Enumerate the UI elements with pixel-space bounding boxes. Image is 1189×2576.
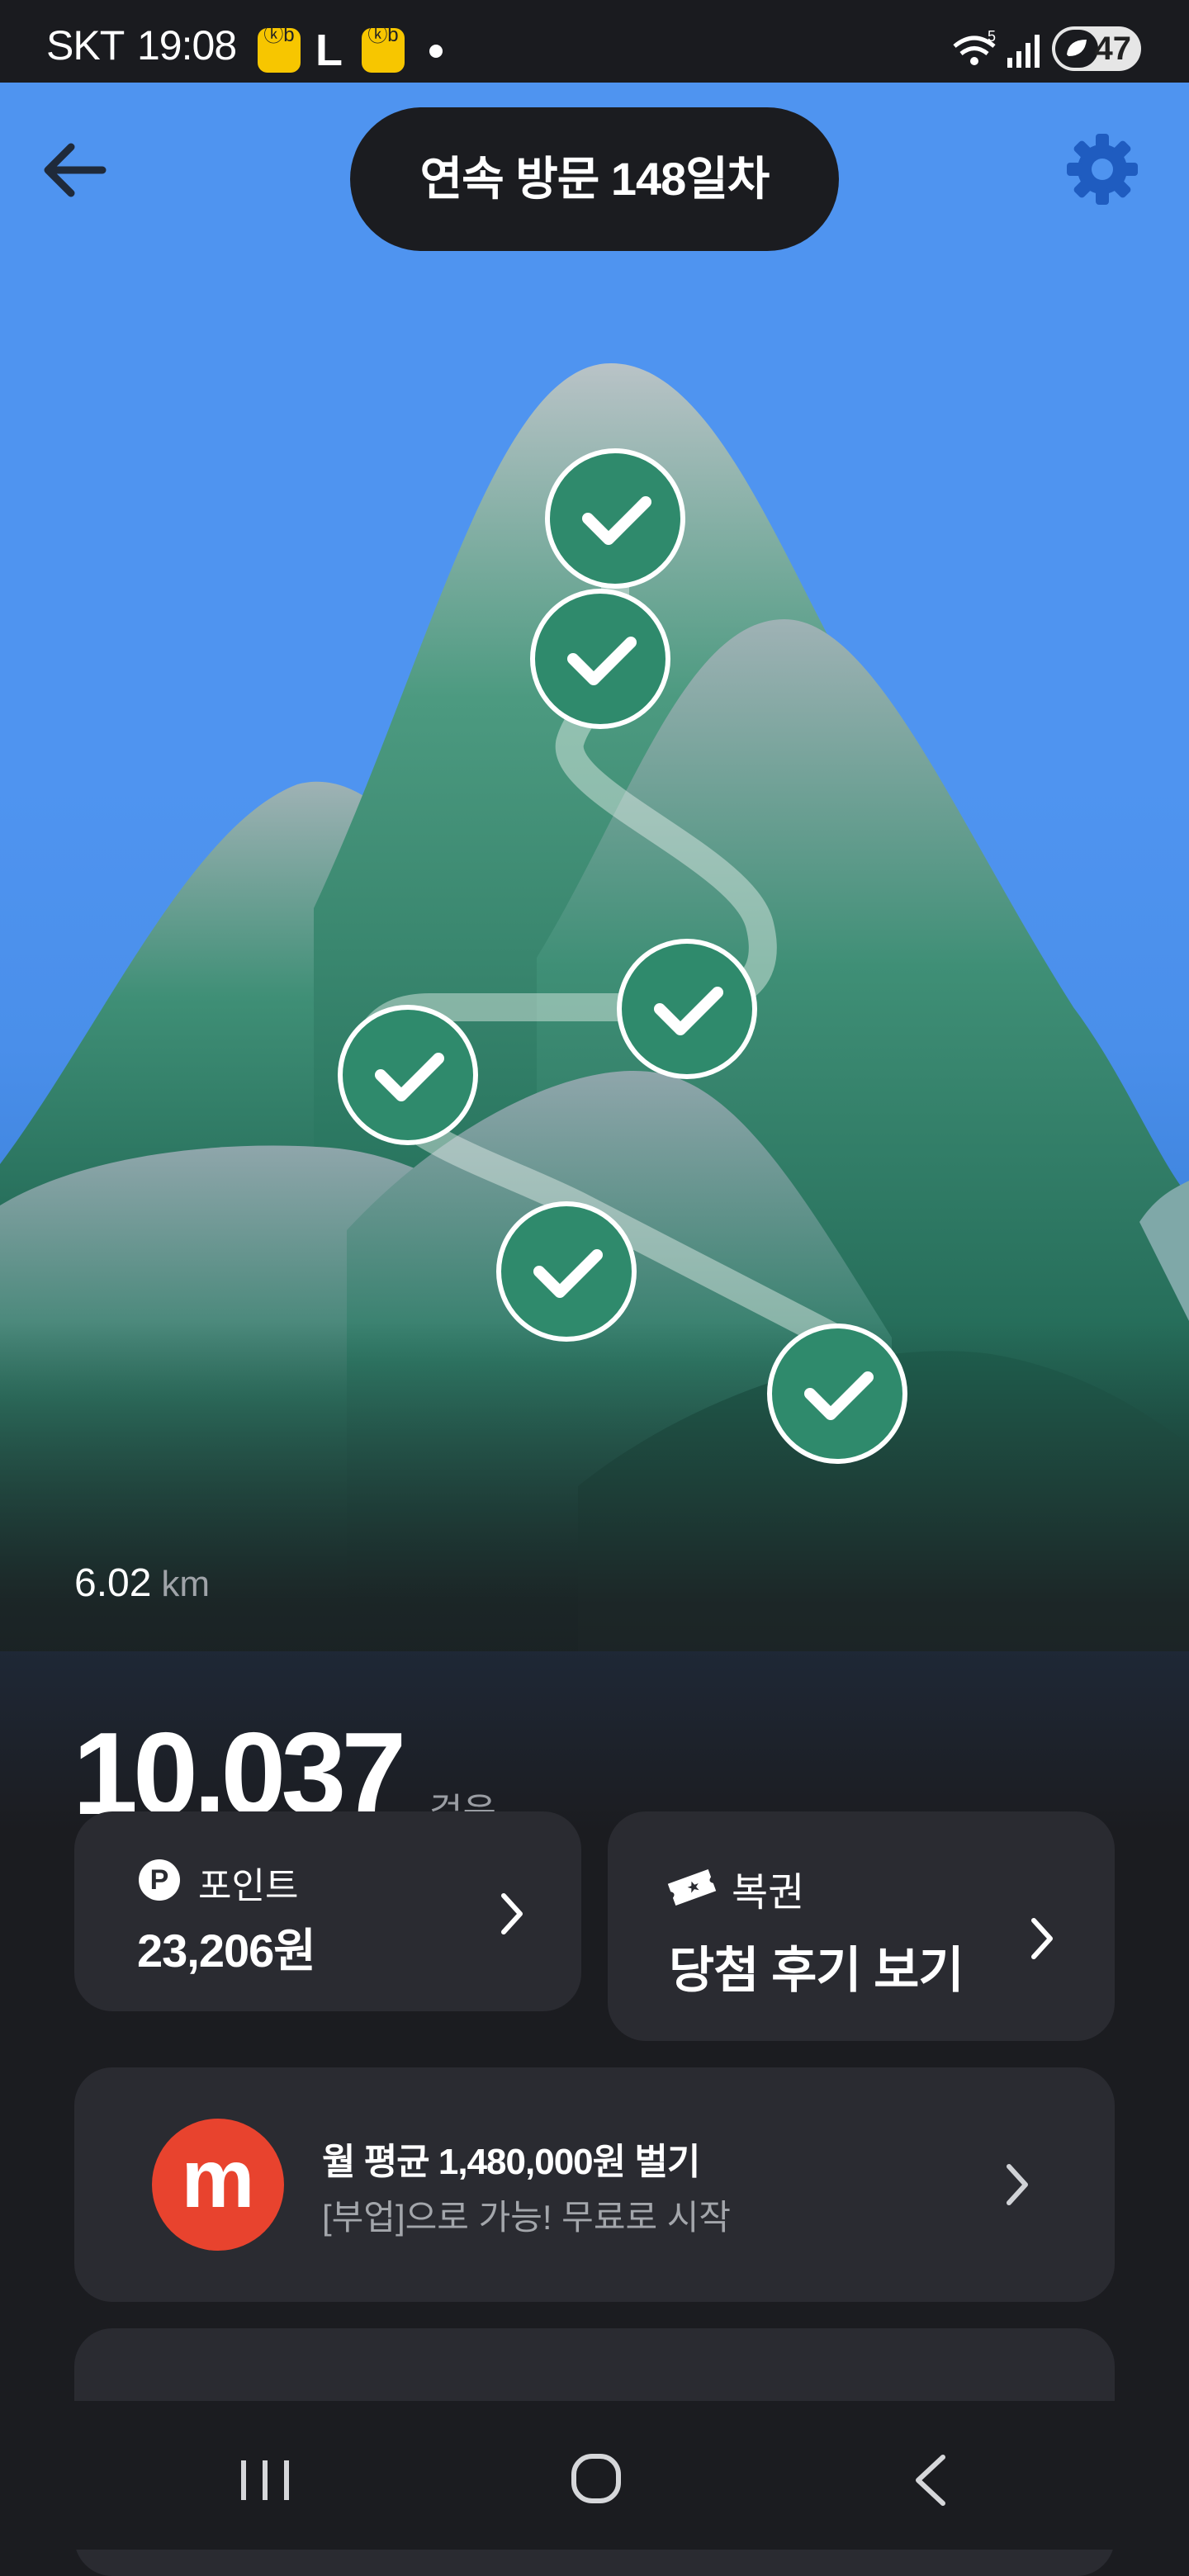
checkpoint-4-icon (338, 1005, 478, 1145)
nav-back-icon[interactable] (912, 2452, 948, 2508)
l-app-icon: L (315, 26, 343, 75)
clock: 19:08 (137, 22, 237, 69)
kb-bank-icon (362, 23, 405, 73)
chevron-right-icon (501, 1893, 523, 1934)
visit-streak-badge: 연속 방문 148일차 (350, 107, 839, 251)
carrier-label: SKT (46, 22, 125, 69)
lottery-card[interactable]: 복권 당첨 후기 보기 (608, 1811, 1115, 2041)
recent-apps-icon[interactable] (239, 2459, 291, 2502)
system-nav-bar (0, 2401, 1189, 2550)
checkpoint-1-icon (545, 448, 685, 589)
chevron-right-icon (1031, 1918, 1053, 1959)
lottery-label: 복권 (732, 1871, 805, 1915)
home-icon[interactable] (570, 2452, 623, 2505)
side-job-ad-card[interactable]: m 월 평균 1,480,000원 벌기 [부업]으로 가능! 무료로 시작 (74, 2067, 1115, 2302)
mountain-hero: 연속 방문 148일차 6.02km 10,037 걸음 (0, 83, 1189, 1833)
notification-dot-icon (429, 45, 443, 58)
ticket-icon (667, 1868, 717, 1906)
m-brand-logo: m (152, 2119, 284, 2251)
distance-unit: km (161, 1564, 211, 1604)
points-label: 포인트 (198, 1866, 299, 1906)
points-card[interactable]: P 포인트 23,206원 (74, 1811, 581, 2011)
checkpoint-5-icon (496, 1201, 637, 1342)
power-saving-leaf-icon (1055, 30, 1098, 68)
checkpoint-6-icon (767, 1324, 907, 1464)
signal-icon (1007, 35, 1040, 68)
distance-value: 6.02 (74, 1561, 152, 1605)
chevron-right-icon (1007, 2164, 1028, 2205)
battery-level: 47 (1094, 31, 1132, 67)
checkpoint-2-icon (530, 589, 670, 729)
battery-indicator: 47 (1052, 26, 1141, 71)
wifi-icon: 5 (953, 30, 996, 65)
gear-icon[interactable] (1065, 132, 1139, 206)
points-value: 23,206원 (137, 1925, 316, 1977)
ad-subtitle: [부업]으로 가능! 무료로 시작 (322, 2198, 732, 2237)
checkpoint-3-icon (617, 939, 757, 1079)
status-bar: SKT 19:08 L 5 47 (0, 0, 1189, 83)
distance-readout: 6.02 km (74, 1560, 210, 1606)
points-icon: P (139, 1859, 180, 1901)
kb-bank-icon (258, 23, 301, 73)
back-arrow-icon[interactable] (38, 135, 117, 205)
network-type: 5 (988, 30, 996, 45)
ad-title: 월 평균 1,480,000원 벌기 (322, 2142, 700, 2182)
lottery-reviews-link: 당첨 후기 보기 (669, 1943, 964, 1998)
